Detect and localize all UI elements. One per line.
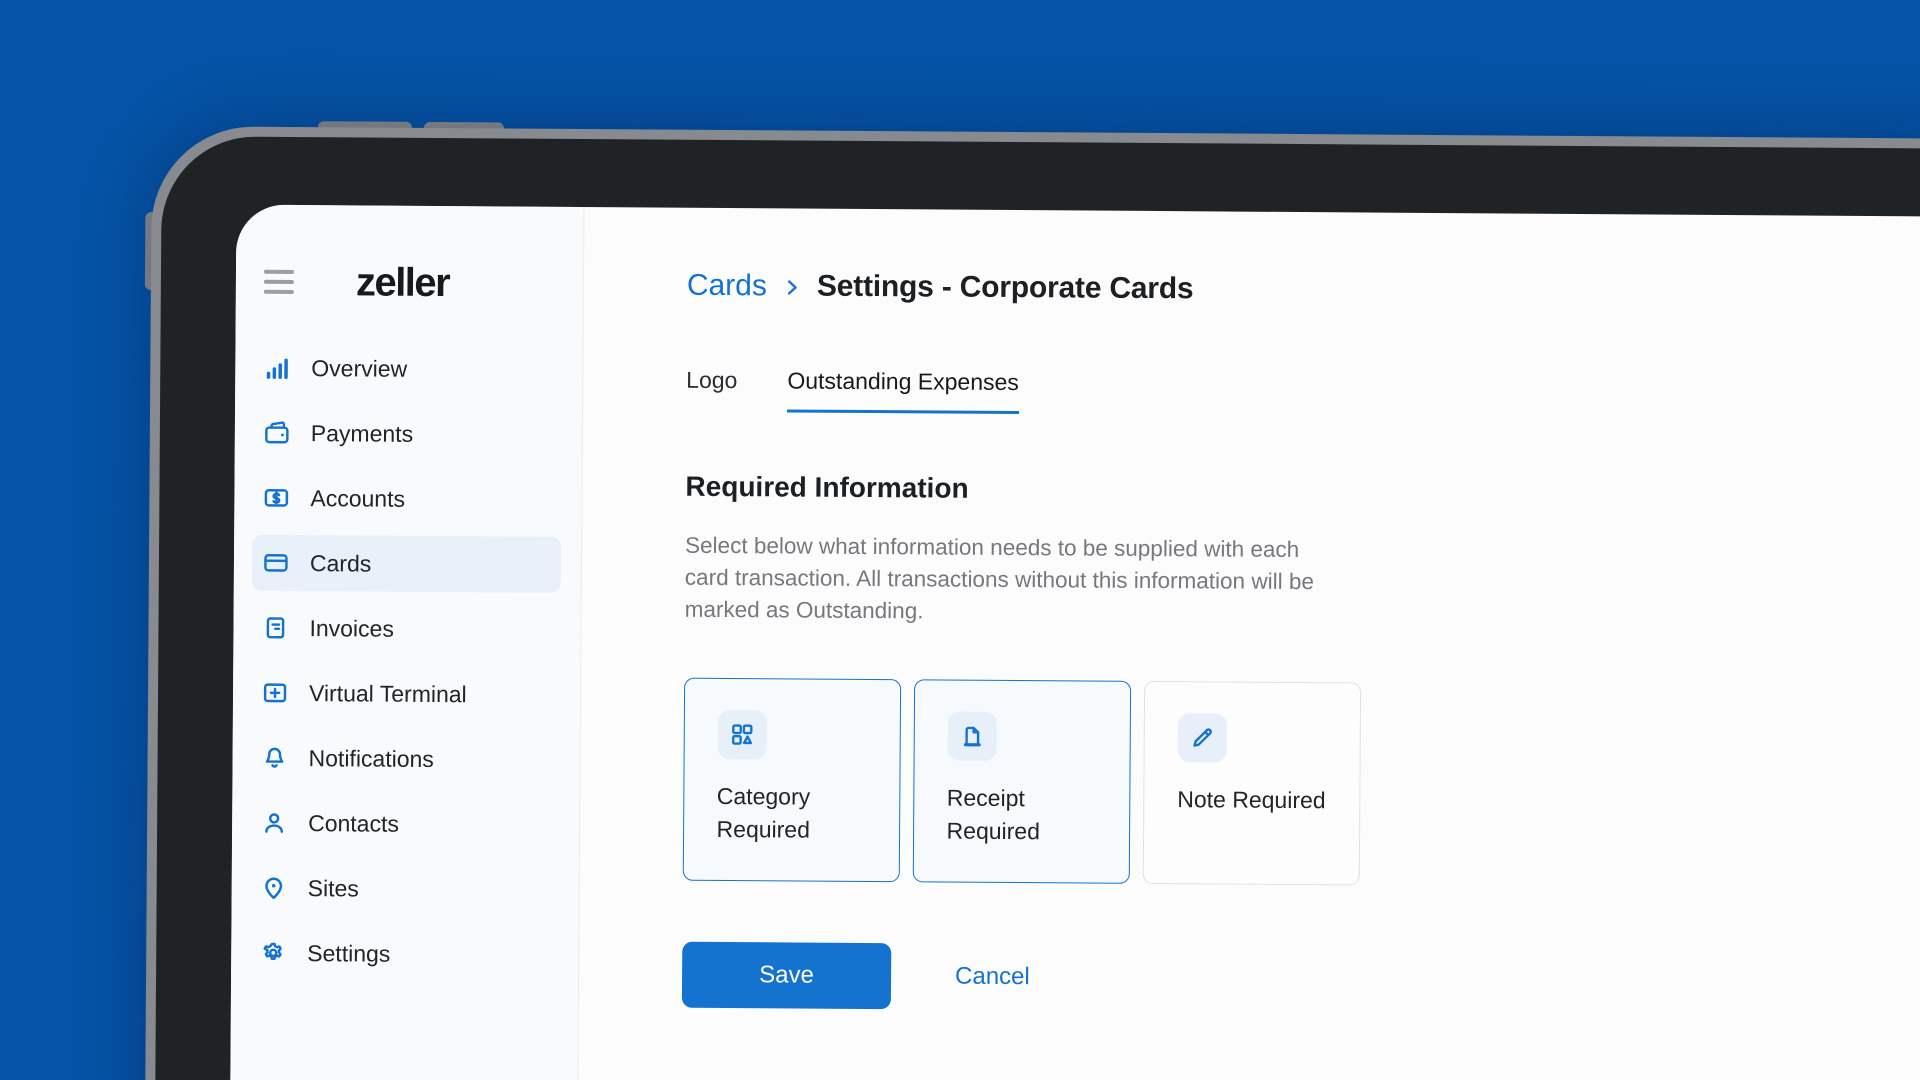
sidebar-item-label: Notifications	[308, 744, 434, 772]
page-background: zeller Overview Payments Accounts Cards …	[0, 0, 1920, 1080]
tab-logo[interactable]: Logo	[686, 366, 737, 412]
sidebar-item-label: Settings	[307, 939, 391, 967]
gear-icon	[259, 939, 287, 967]
sidebar-item-label: Invoices	[309, 614, 394, 642]
sidebar-item-label: Virtual Terminal	[308, 679, 467, 707]
sidebar-item-accounts[interactable]: Accounts	[252, 470, 561, 528]
sidebar-item-label: Contacts	[308, 809, 399, 837]
sidebar-item-label: Payments	[310, 419, 414, 447]
sidebar-item-label: Cards	[309, 549, 372, 577]
tablet-device: zeller Overview Payments Accounts Cards …	[142, 121, 1920, 1080]
breadcrumb-chevron-icon	[781, 276, 803, 298]
icon-chip	[717, 709, 767, 759]
sidebar-item-label: Sites	[307, 874, 359, 901]
tab-outstanding-expenses[interactable]: Outstanding Expenses	[787, 366, 1019, 415]
zeller-logo: zeller	[355, 259, 450, 305]
icon-chip	[947, 711, 997, 761]
save-button[interactable]: Save	[681, 941, 892, 1010]
sidebar-item-virtual-terminal[interactable]: Virtual Terminal	[251, 665, 560, 723]
sidebar-header: zeller	[236, 257, 583, 309]
sidebar-item-label: Overview	[311, 354, 408, 382]
hamburger-menu-icon[interactable]	[263, 269, 294, 294]
sidebar-item-payments[interactable]: Payments	[253, 405, 562, 463]
tab-bar: Logo Outstanding Expenses	[686, 366, 1920, 424]
pencil-icon	[1193, 728, 1212, 747]
page-title: Settings - Corporate Cards	[816, 269, 1194, 306]
sidebar: zeller Overview Payments Accounts Cards …	[227, 204, 585, 1080]
option-label: Category Required	[716, 782, 811, 843]
cancel-button[interactable]: Cancel	[955, 963, 1030, 992]
credit-card-icon	[262, 549, 290, 577]
category-grid-icon	[731, 723, 753, 745]
bell-icon	[260, 744, 288, 772]
receipt-document-icon	[963, 726, 981, 746]
section-description: Select below what information needs to b…	[684, 532, 1314, 624]
dollar-card-icon	[262, 484, 290, 512]
option-receipt-required[interactable]: Receipt Required	[912, 679, 1132, 884]
bar-chart-icon	[263, 354, 291, 382]
sidebar-item-notifications[interactable]: Notifications	[250, 730, 559, 788]
breadcrumb-cards-link[interactable]: Cards	[687, 269, 767, 304]
main-content: Cards Settings - Corporate Cards Logo Ou…	[575, 207, 1920, 1080]
tablet-screen: zeller Overview Payments Accounts Cards …	[227, 204, 1920, 1080]
wallet-icon	[263, 419, 291, 447]
sidebar-item-settings[interactable]: Settings	[249, 925, 558, 983]
option-label: Note Required	[1177, 786, 1326, 814]
map-pin-icon	[260, 874, 288, 902]
form-actions: Save Cancel	[681, 941, 1920, 1020]
breadcrumb: Cards Settings - Corporate Cards	[687, 266, 1920, 318]
invoice-icon	[261, 614, 289, 642]
option-note-required[interactable]: Note Required	[1142, 680, 1362, 886]
sidebar-item-overview[interactable]: Overview	[253, 340, 562, 398]
icon-chip	[1177, 713, 1227, 763]
sidebar-item-sites[interactable]: Sites	[249, 860, 558, 918]
sidebar-item-label: Accounts	[310, 484, 406, 512]
section-heading: Required Information	[685, 470, 969, 504]
option-category-required[interactable]: Category Required	[682, 677, 902, 883]
sidebar-item-invoices[interactable]: Invoices	[251, 600, 560, 658]
person-icon	[260, 809, 288, 837]
sidebar-item-contacts[interactable]: Contacts	[250, 795, 559, 853]
required-options: Category Required Receipt Required Note …	[682, 677, 1920, 893]
option-label: Receipt Required	[946, 784, 1041, 844]
sidebar-item-cards[interactable]: Cards	[251, 534, 562, 593]
terminal-plus-icon	[261, 679, 289, 707]
sidebar-nav: Overview Payments Accounts Cards Invoice…	[231, 340, 582, 983]
